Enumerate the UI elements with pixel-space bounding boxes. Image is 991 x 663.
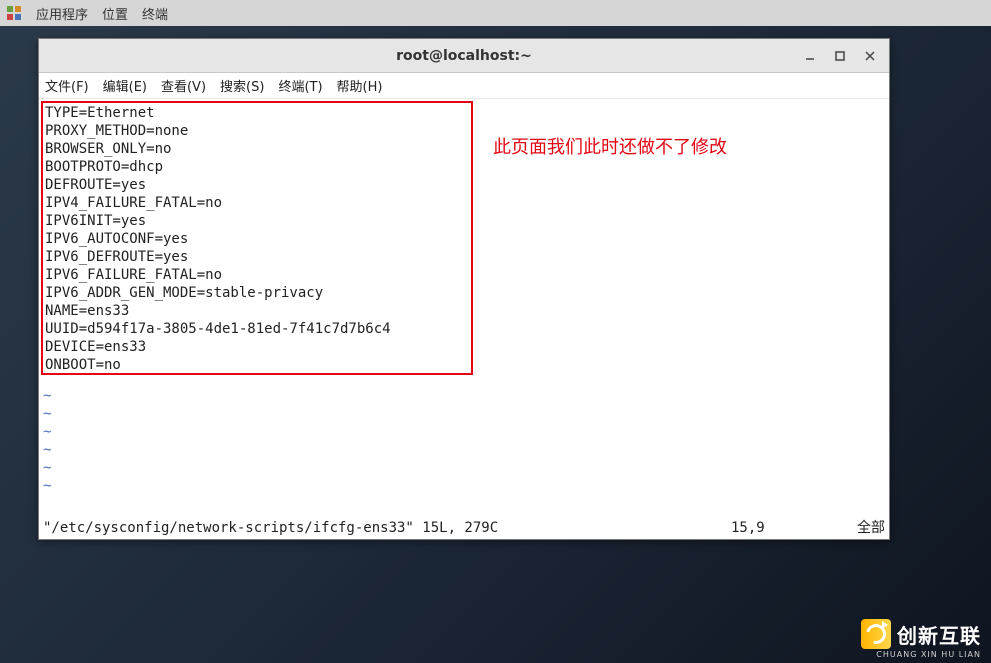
config-line: IPV6_AUTOCONF=yes <box>45 230 469 248</box>
config-line: TYPE=Ethernet <box>45 104 469 122</box>
tilde-line: ~ <box>43 477 51 495</box>
config-line: IPV6_ADDR_GEN_MODE=stable-privacy <box>45 284 469 302</box>
status-filename: "/etc/sysconfig/network-scripts/ifcfg-en… <box>43 519 731 537</box>
tilde-line: ~ <box>43 423 51 441</box>
menu-terminal[interactable]: 终端(T) <box>278 76 322 95</box>
activities-icon <box>6 5 22 21</box>
tilde-line: ~ <box>43 405 51 423</box>
config-line: DEVICE=ens33 <box>45 338 469 356</box>
menubar: 文件(F) 编辑(E) 查看(V) 搜索(S) 终端(T) 帮助(H) <box>39 73 889 99</box>
menu-search[interactable]: 搜索(S) <box>220 76 264 95</box>
menu-view[interactable]: 查看(V) <box>161 76 206 95</box>
terminal-content[interactable]: TYPE=Ethernet PROXY_METHOD=none BROWSER_… <box>39 99 889 539</box>
desktop-panel: 应用程序 位置 终端 <box>0 0 991 26</box>
annotation-text: 此页面我们此时还做不了修改 <box>493 139 727 157</box>
panel-item-terminal[interactable]: 终端 <box>142 4 168 23</box>
config-line: DEFROUTE=yes <box>45 176 469 194</box>
config-line: IPV6INIT=yes <box>45 212 469 230</box>
watermark-subtext: CHUANG XIN HU LIAN <box>876 650 981 659</box>
minimize-button[interactable] <box>797 45 823 67</box>
watermark-text: 创新互联 <box>897 620 981 649</box>
titlebar[interactable]: root@localhost:~ <box>39 39 889 73</box>
tilde-line: ~ <box>43 441 51 459</box>
config-line: IPV6_FAILURE_FATAL=no <box>45 266 469 284</box>
tilde-line: ~ <box>43 387 51 405</box>
config-line: IPV4_FAILURE_FATAL=no <box>45 194 469 212</box>
menu-file[interactable]: 文件(F) <box>45 76 89 95</box>
config-highlight-box: TYPE=Ethernet PROXY_METHOD=none BROWSER_… <box>41 101 473 375</box>
tilde-line: ~ <box>43 459 51 477</box>
panel-item-places[interactable]: 位置 <box>102 4 128 23</box>
status-scroll-indicator: 全部 <box>841 519 885 537</box>
config-line: NAME=ens33 <box>45 302 469 320</box>
maximize-button[interactable] <box>827 45 853 67</box>
watermark: 创新互联 <box>861 619 981 649</box>
config-line: IPV6_DEFROUTE=yes <box>45 248 469 266</box>
terminal-window: root@localhost:~ 文件(F) 编辑(E) 查看(V) 搜索(S)… <box>38 38 890 540</box>
config-line: PROXY_METHOD=none <box>45 122 469 140</box>
close-button[interactable] <box>857 45 883 67</box>
config-line: BROWSER_ONLY=no <box>45 140 469 158</box>
vim-tildes: ~ ~ ~ ~ ~ ~ <box>43 387 51 495</box>
menu-edit[interactable]: 编辑(E) <box>103 76 147 95</box>
window-controls <box>797 45 883 67</box>
panel-item-applications[interactable]: 应用程序 <box>36 4 88 23</box>
watermark-logo-icon <box>861 619 891 649</box>
menu-help[interactable]: 帮助(H) <box>337 76 383 95</box>
config-line: BOOTPROTO=dhcp <box>45 158 469 176</box>
config-line: UUID=d594f17a-3805-4de1-81ed-7f41c7d7b6c… <box>45 320 469 338</box>
vim-status-line: "/etc/sysconfig/network-scripts/ifcfg-en… <box>43 519 885 537</box>
status-cursor-position: 15,9 <box>731 519 841 537</box>
config-line: ONBOOT=no <box>45 356 469 374</box>
window-title: root@localhost:~ <box>396 48 532 64</box>
